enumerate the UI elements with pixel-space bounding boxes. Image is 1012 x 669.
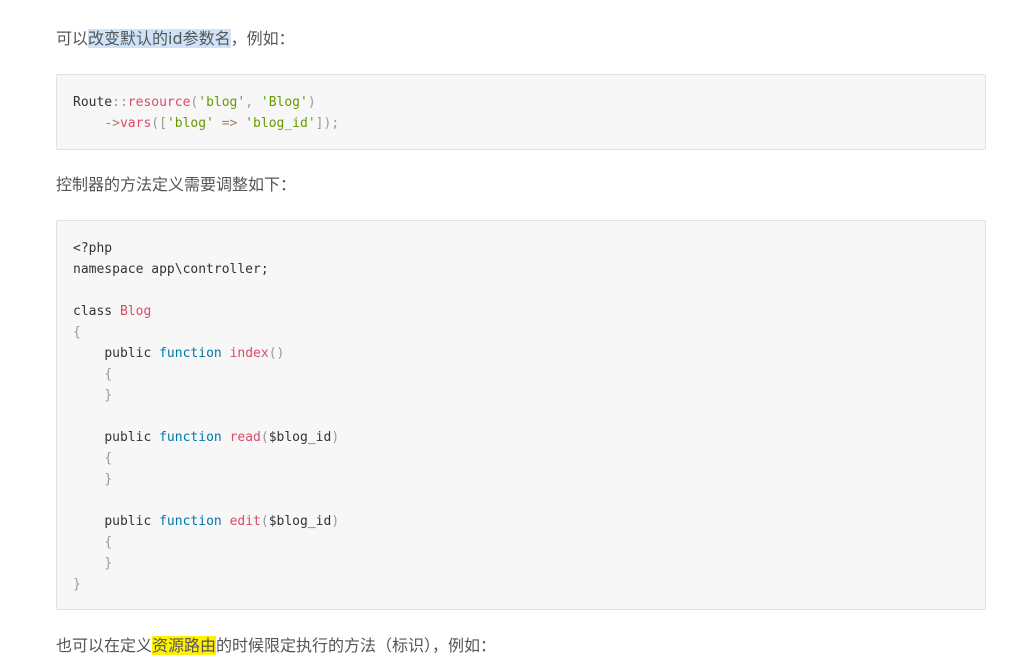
- highlighted-text: 资源路由: [152, 636, 217, 655]
- code-line: ->vars(['blog' => 'blog_id']);: [73, 116, 339, 131]
- code-line: {: [73, 451, 112, 466]
- code-token: (: [260, 430, 269, 445]
- paragraph-change-id-param: 可以改变默认的id参数名，例如：: [56, 26, 295, 52]
- paragraph-text: 可以: [56, 29, 89, 48]
- code-block-controller: <?php namespace app\controller; class Bl…: [56, 220, 986, 610]
- code-block-route-vars: Route::resource('blog', 'Blog') ->vars([…: [56, 74, 986, 150]
- code-token: public: [104, 346, 152, 361]
- code-token: {: [104, 367, 113, 382]
- code-line: public function index(): [73, 346, 284, 361]
- code-token: ): [307, 95, 316, 110]
- code-token: ::: [112, 95, 128, 110]
- code-token: ]);: [315, 116, 340, 131]
- code-token: ,: [245, 95, 261, 110]
- code-token: ): [331, 514, 340, 529]
- code-line: namespace app\controller;: [73, 262, 269, 277]
- code-token: vars: [119, 116, 152, 131]
- code-token: edit: [229, 514, 261, 529]
- code-token: }: [104, 556, 113, 571]
- selected-text: 改变默认的id参数名: [88, 29, 231, 48]
- code-line: class Blog: [73, 304, 151, 319]
- code-line: public function read($blog_id): [73, 430, 339, 445]
- code-token: function: [159, 514, 222, 529]
- code-token: }: [104, 472, 113, 487]
- code-token: 'blog_id': [245, 116, 316, 131]
- paragraph-text: ，例如：: [230, 29, 295, 48]
- code-token: {: [104, 451, 113, 466]
- code-token: Route: [73, 95, 113, 110]
- code-token: Blog: [119, 304, 152, 319]
- code-token: (: [260, 514, 269, 529]
- code-token: class: [73, 304, 113, 319]
- paragraph-resource-route-limit: 也可以在定义资源路由的时候限定执行的方法（标识），例如：: [56, 633, 496, 659]
- code-token: 'blog': [166, 116, 214, 131]
- code-line: {: [73, 535, 112, 550]
- code-token: index: [229, 346, 269, 361]
- code-token: 'Blog': [260, 95, 308, 110]
- code-token: function: [159, 430, 222, 445]
- paragraph-controller-methods: 控制器的方法定义需要调整如下：: [56, 172, 296, 198]
- code-token: function: [159, 346, 222, 361]
- paragraph-text: 也可以在定义: [56, 636, 153, 655]
- code-token: (): [268, 346, 285, 361]
- code-token: 'blog': [198, 95, 246, 110]
- code-line: <?php: [73, 241, 113, 256]
- code-token: ): [331, 430, 340, 445]
- code-line: public function edit($blog_id): [73, 514, 339, 529]
- code-token: $blog_id: [268, 514, 332, 529]
- code-line: }: [73, 472, 112, 487]
- paragraph-text: 控制器的方法定义需要调整如下：: [56, 175, 297, 194]
- code-token: resource: [127, 95, 191, 110]
- code-token: $blog_id: [268, 430, 332, 445]
- code-token: read: [229, 430, 261, 445]
- code-token: ->: [104, 116, 120, 131]
- code-line: Route::resource('blog', 'Blog'): [73, 95, 316, 110]
- code-line: {: [73, 367, 112, 382]
- code-line: }: [73, 577, 81, 592]
- paragraph-text: 的时候限定执行的方法（标识），例如：: [216, 636, 497, 655]
- code-line: {: [73, 325, 81, 340]
- code-token: =>: [221, 116, 238, 131]
- code-token: }: [104, 388, 113, 403]
- code-token: public: [104, 430, 152, 445]
- code-token: {: [104, 535, 113, 550]
- code-line: }: [73, 556, 112, 571]
- code-line: }: [73, 388, 112, 403]
- code-token: ([: [151, 116, 167, 131]
- code-token: public: [104, 514, 152, 529]
